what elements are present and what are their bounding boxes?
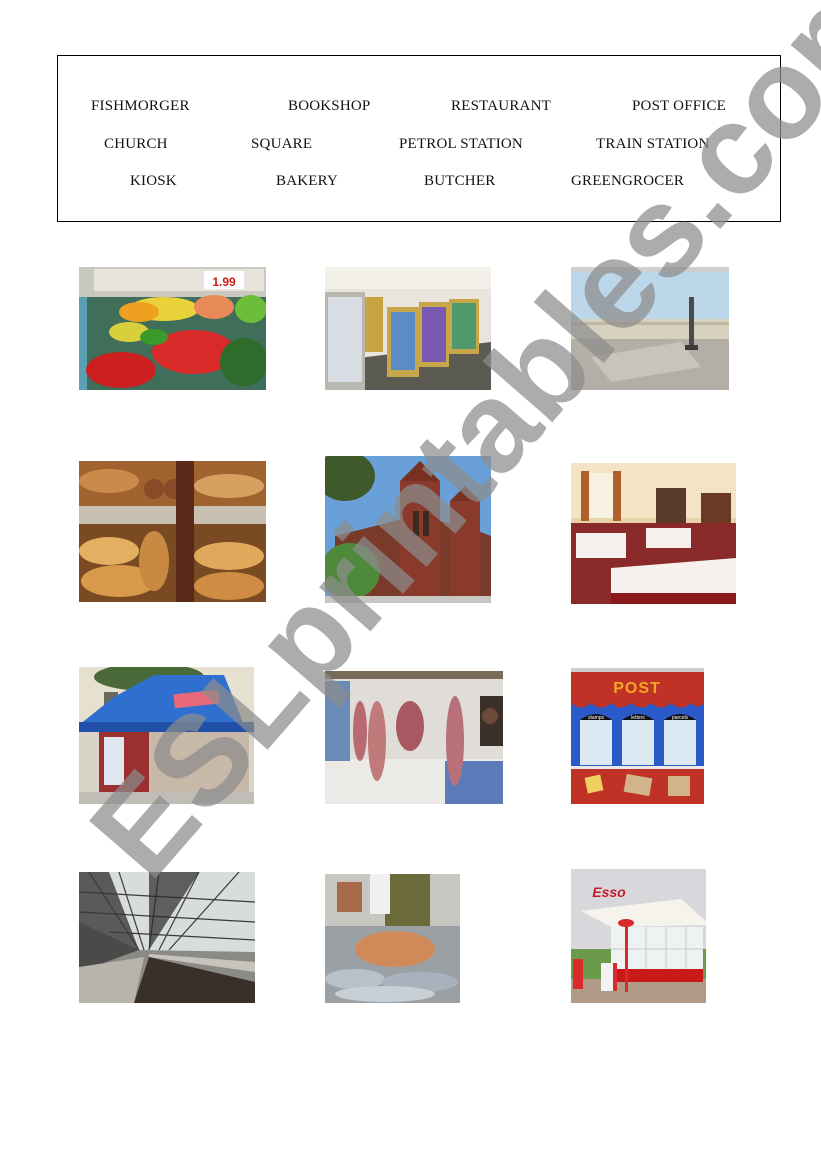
square-photo xyxy=(571,267,729,390)
word-bookshop: BOOKSHOP xyxy=(288,98,371,114)
word-kiosk: KIOSK xyxy=(130,173,177,189)
word-restaurant: RESTAURANT xyxy=(451,98,551,114)
word-square: SQUARE xyxy=(251,136,313,152)
greengrocer-photo: 1.99 xyxy=(79,267,266,390)
word-train-station: TRAIN STATION xyxy=(596,136,710,152)
word-post-office: POST OFFICE xyxy=(632,98,727,114)
church-photo xyxy=(325,456,491,603)
bookshop-photo xyxy=(325,267,491,390)
restaurant-photo xyxy=(571,463,736,604)
train-station-photo xyxy=(79,872,255,1003)
petrol-station-photo: Esso xyxy=(571,869,706,1003)
svg-text:parcels: parcels xyxy=(672,715,689,721)
kiosk-photo xyxy=(79,667,254,804)
word-bakery: BAKERY xyxy=(276,173,339,189)
post-office-photo: POST stamps letters parcels xyxy=(571,668,704,804)
svg-text:1.99: 1.99 xyxy=(212,275,236,289)
word-church: CHURCH xyxy=(104,136,168,152)
word-butcher: BUTCHER xyxy=(424,173,496,189)
word-greengrocer: GREENGROCER xyxy=(571,173,685,189)
post-sign-text: POST xyxy=(613,680,661,697)
vocabulary-box: FISHMORGER BOOKSHOP RESTAURANT POST OFFI… xyxy=(57,55,781,222)
fishmonger-photo xyxy=(325,874,460,1003)
word-fishmorger: FISHMORGER xyxy=(91,98,190,114)
svg-text:letters: letters xyxy=(631,715,645,721)
esso-sign-text: Esso xyxy=(592,884,626,900)
word-petrol-station: PETROL STATION xyxy=(399,136,523,152)
bakery-photo xyxy=(79,461,266,602)
svg-text:stamps: stamps xyxy=(588,715,605,721)
butcher-photo xyxy=(325,671,503,804)
